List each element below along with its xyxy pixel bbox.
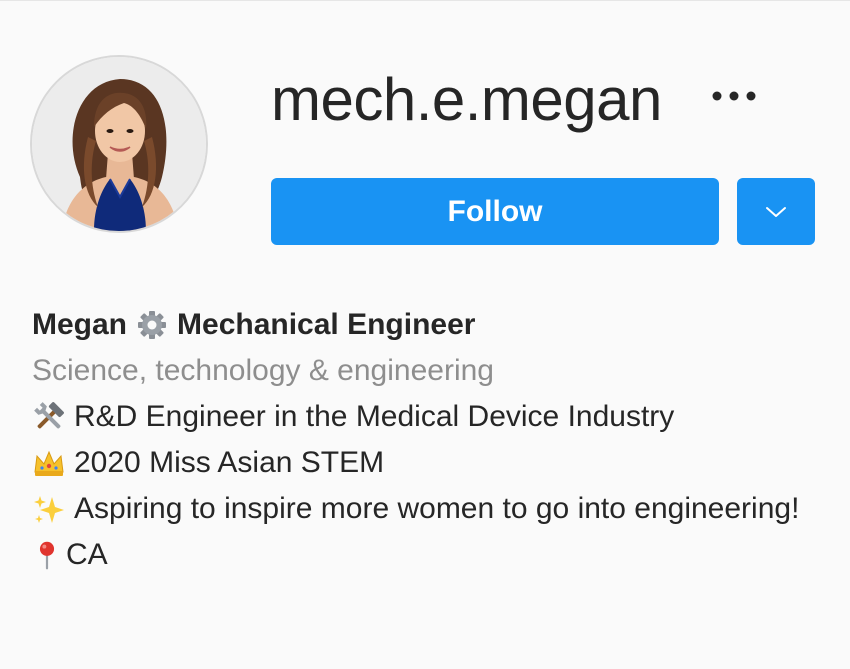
suggested-accounts-dropdown-button[interactable]	[737, 178, 815, 245]
more-dots-icon	[712, 91, 756, 101]
bio-text: R&D Engineer in the Medical Device Indus…	[74, 400, 675, 433]
full-name-first: Megan	[32, 308, 128, 341]
full-name: Megan Mechanical Engineer	[32, 302, 832, 348]
crown-icon	[34, 450, 64, 476]
bio-text: CA	[66, 538, 108, 571]
chevron-down-icon	[766, 206, 786, 217]
full-name-title: Mechanical Engineer	[177, 308, 476, 341]
avatar[interactable]	[32, 57, 206, 231]
follow-button[interactable]: Follow	[271, 178, 719, 245]
hammer-wrench-icon	[34, 402, 64, 429]
profile-bio: Megan Mechanical Engineer Science, techn…	[32, 302, 832, 578]
more-options-button[interactable]	[706, 78, 762, 114]
pin-icon	[39, 541, 55, 570]
username: mech.e.megan	[271, 66, 662, 133]
top-divider	[0, 0, 850, 1]
bio-text: Aspiring to inspire more women to go int…	[74, 492, 800, 525]
bio-text: 2020 Miss Asian STEM	[74, 446, 385, 479]
bio-line: 2020 Miss Asian STEM	[32, 440, 832, 486]
bio-line: R&D Engineer in the Medical Device Indus…	[32, 394, 832, 440]
profile-category: Science, technology & engineering	[32, 354, 494, 387]
follow-button-label: Follow	[447, 194, 543, 228]
bio-line: CA	[32, 532, 832, 578]
sparkles-icon	[34, 496, 64, 524]
gear-icon	[138, 311, 167, 339]
bio-line: Aspiring to inspire more women to go int…	[32, 486, 832, 532]
